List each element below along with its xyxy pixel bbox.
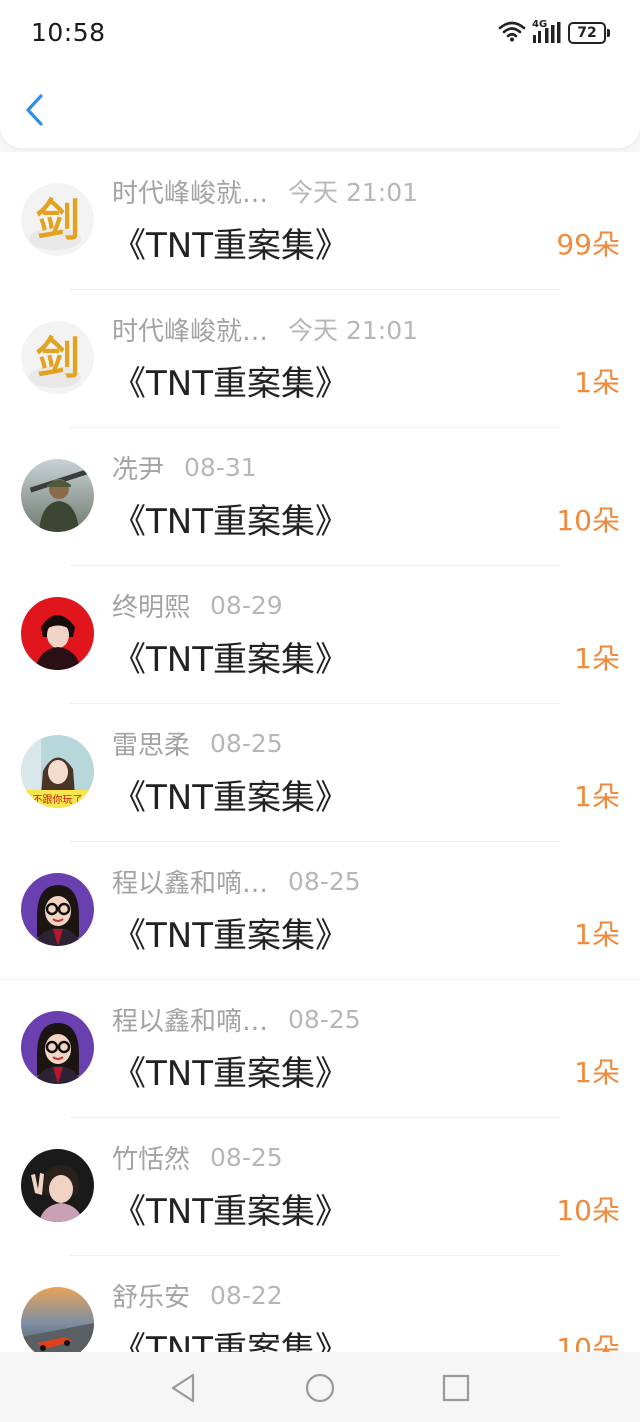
- item-meta: 时代峰峻就… 今天 21:01: [112, 174, 419, 209]
- triangle-back-icon: [171, 1373, 195, 1403]
- sender-name: 终明熙: [112, 592, 191, 623]
- chevron-left-icon: [26, 94, 43, 126]
- flower-count: 1朵: [574, 642, 620, 675]
- list-item[interactable]: 不跟你玩了 雷思柔 08-25 《TNT重案集》 1朵: [0, 704, 640, 842]
- flower-count: 1朵: [574, 918, 620, 951]
- sender-name: 程以鑫和嘀…: [112, 868, 269, 899]
- nav-recent-button[interactable]: [440, 1372, 472, 1404]
- book-title: 《TNT重案集》: [112, 778, 349, 818]
- nav-home-button[interactable]: [304, 1372, 336, 1404]
- sender-name: 时代峰峻就…: [112, 178, 269, 209]
- book-title: 《TNT重案集》: [112, 364, 349, 404]
- status-bar: 10:58 4G 72: [0, 0, 640, 66]
- flower-count: 99朵: [556, 228, 620, 261]
- list-item[interactable]: 冼尹 08-31 《TNT重案集》 10朵: [0, 428, 640, 566]
- purple-glasses-avatar[interactable]: [21, 873, 94, 946]
- purple-glasses-avatar[interactable]: [21, 1011, 94, 1084]
- sender-name: 时代峰峻就…: [112, 316, 269, 347]
- status-icons: 4G 72: [498, 19, 610, 46]
- svg-text:剑: 剑: [36, 195, 80, 246]
- item-time: 08-31: [184, 452, 257, 482]
- item-time: 今天 21:01: [288, 178, 419, 207]
- flower-count: 10朵: [556, 504, 620, 537]
- back-button[interactable]: [18, 90, 52, 130]
- sender-name: 舒乐安: [112, 1282, 191, 1313]
- sword-logo-avatar[interactable]: 剑: [21, 321, 94, 394]
- nav-back-button[interactable]: [167, 1372, 199, 1404]
- race-car-avatar[interactable]: [21, 1287, 94, 1352]
- book-title: 《TNT重案集》: [112, 226, 349, 266]
- list-item[interactable]: 剑 时代峰峻就… 今天 21:01 《TNT重案集》 99朵: [0, 152, 640, 290]
- book-title: 《TNT重案集》: [112, 916, 349, 956]
- svg-text:剑: 剑: [36, 333, 80, 384]
- header: [0, 66, 640, 148]
- wifi-icon: [498, 20, 526, 46]
- book-title: 《TNT重案集》: [112, 1054, 349, 1094]
- status-time: 10:58: [31, 18, 106, 47]
- circle-home-icon: [305, 1373, 335, 1403]
- flower-count: 1朵: [574, 780, 620, 813]
- red-portrait-avatar[interactable]: [21, 597, 94, 670]
- navigation-bar: [0, 1352, 640, 1422]
- item-time: 今天 21:01: [288, 316, 419, 345]
- item-meta: 时代峰峻就… 今天 21:01: [112, 312, 419, 347]
- flower-count: 10朵: [556, 1194, 620, 1227]
- book-title: 《TNT重案集》: [112, 502, 349, 542]
- flower-count: 10朵: [556, 1332, 620, 1352]
- gift-record-list: 剑 时代峰峻就… 今天 21:01 《TNT重案集》 99朵 剑 时代峰峻就… …: [0, 152, 640, 1352]
- book-title: 《TNT重案集》: [112, 1330, 349, 1352]
- sender-name: 竹恬然: [112, 1144, 191, 1175]
- flower-count: 1朵: [574, 1056, 620, 1089]
- cellular-signal-icon: 4G: [532, 19, 562, 45]
- peace-sign-avatar[interactable]: [21, 1149, 94, 1222]
- list-item[interactable]: 剑 时代峰峻就… 今天 21:01 《TNT重案集》 1朵: [0, 290, 640, 428]
- flower-count: 1朵: [574, 366, 620, 399]
- item-time: 08-25: [210, 728, 283, 758]
- battery-level: 72: [568, 22, 606, 44]
- item-time: 08-25: [210, 1142, 283, 1172]
- sender-name: 雷思柔: [112, 730, 191, 761]
- girl-photo-avatar[interactable]: 不跟你玩了: [21, 735, 94, 808]
- item-meta: 雷思柔 08-25: [112, 726, 283, 761]
- sword-logo-avatar[interactable]: 剑: [21, 183, 94, 256]
- avatar-caption: 不跟你玩了: [32, 795, 83, 806]
- item-meta: 冼尹 08-31: [112, 450, 257, 485]
- list-item[interactable]: 终明熙 08-29 《TNT重案集》 1朵: [0, 566, 640, 704]
- book-title: 《TNT重案集》: [112, 1192, 349, 1232]
- sender-name: 冼尹: [112, 454, 165, 485]
- battery-icon: 72: [568, 22, 610, 44]
- book-title: 《TNT重案集》: [112, 640, 349, 680]
- item-meta: 程以鑫和嘀… 08-25: [112, 1002, 361, 1037]
- item-meta: 竹恬然 08-25: [112, 1140, 283, 1175]
- item-meta: 终明熙 08-29: [112, 588, 283, 623]
- item-time: 08-22: [210, 1280, 283, 1310]
- item-time: 08-25: [288, 866, 361, 896]
- square-recent-icon: [442, 1374, 470, 1402]
- item-time: 08-29: [210, 590, 283, 620]
- sender-name: 程以鑫和嘀…: [112, 1006, 269, 1037]
- list-item[interactable]: 竹恬然 08-25 《TNT重案集》 10朵: [0, 1118, 640, 1256]
- item-time: 08-25: [288, 1004, 361, 1034]
- item-meta: 程以鑫和嘀… 08-25: [112, 864, 361, 899]
- list-item[interactable]: 舒乐安 08-22 《TNT重案集》 10朵: [0, 1256, 640, 1352]
- soldier-avatar[interactable]: [21, 459, 94, 532]
- list-item[interactable]: 程以鑫和嘀… 08-25 《TNT重案集》 1朵: [0, 842, 640, 980]
- list-item[interactable]: 程以鑫和嘀… 08-25 《TNT重案集》 1朵: [0, 980, 640, 1118]
- item-meta: 舒乐安 08-22: [112, 1278, 283, 1313]
